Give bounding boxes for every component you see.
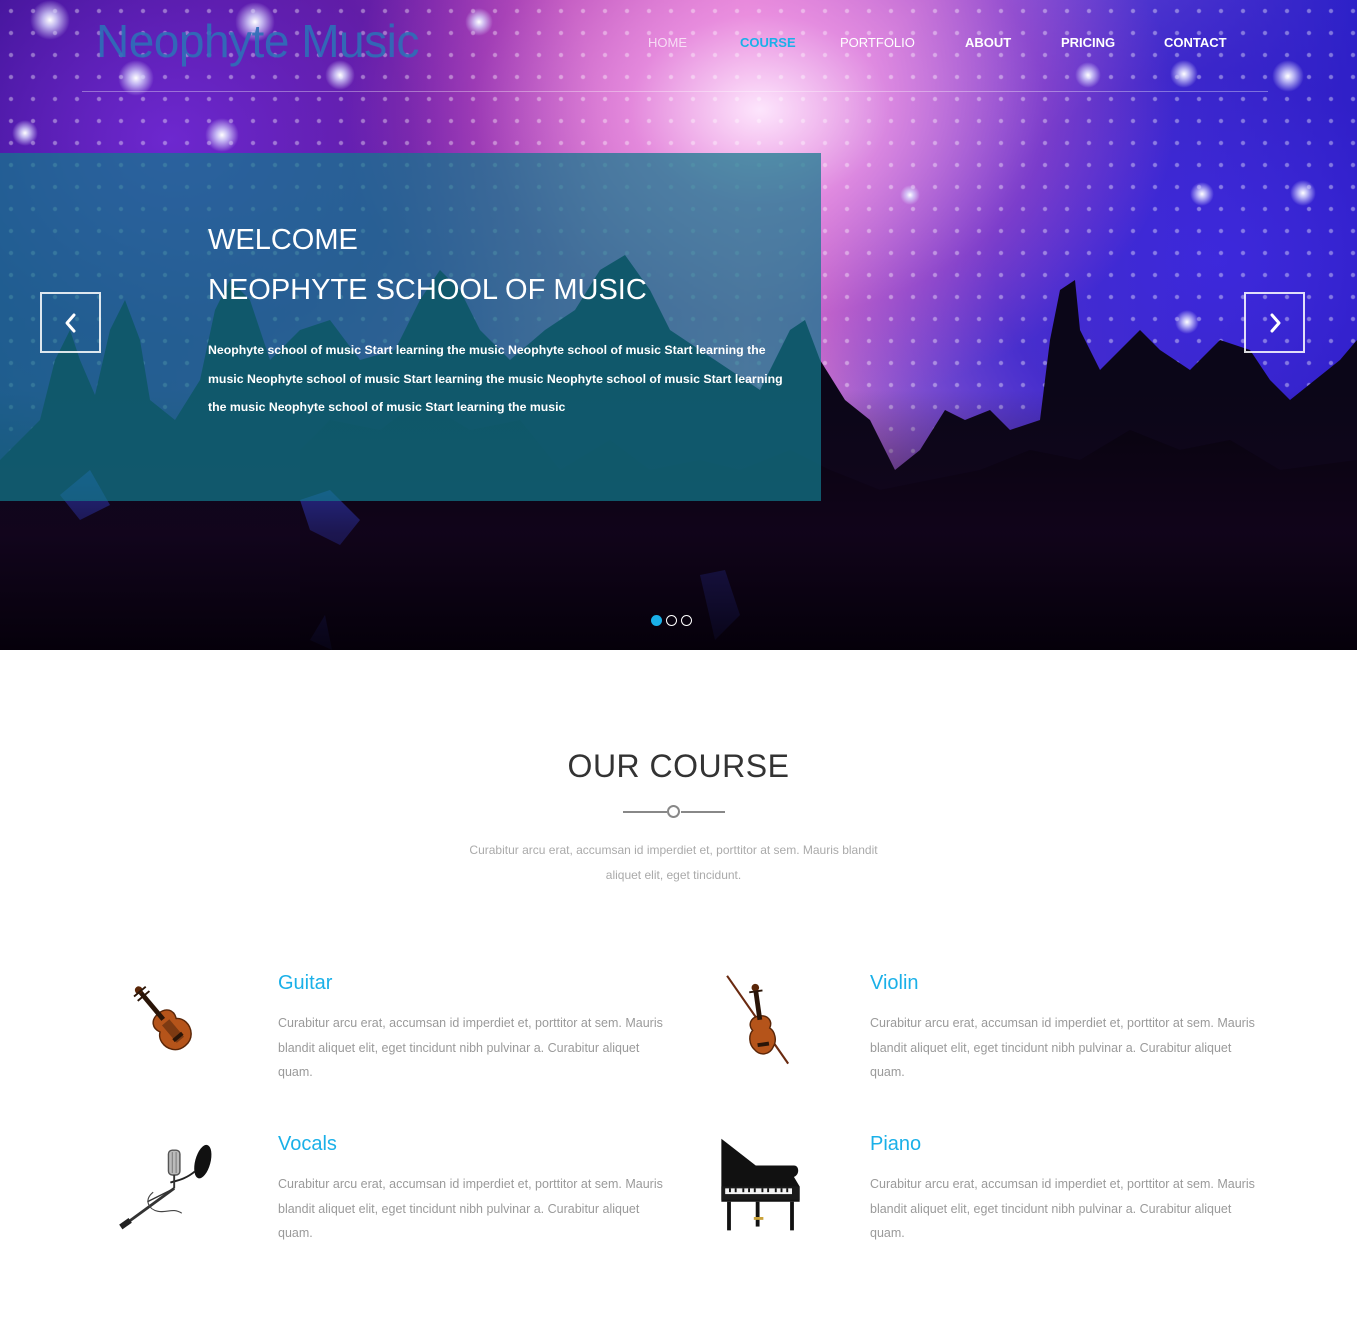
- chevron-right-icon: [1270, 313, 1280, 332]
- slide-title-welcome: WELCOME: [208, 224, 358, 256]
- nav-pricing[interactable]: PRICING: [1061, 35, 1115, 50]
- course-name[interactable]: Piano: [870, 1133, 921, 1156]
- course-name[interactable]: Guitar: [278, 972, 332, 995]
- site-logo[interactable]: Neophyte Music: [96, 14, 419, 68]
- slider-next-button[interactable]: [1244, 292, 1305, 353]
- nav-portfolio[interactable]: PORTFOLIO: [840, 35, 915, 50]
- grand-piano-icon: [721, 1138, 800, 1231]
- section-title: OUR COURSE: [567, 748, 790, 784]
- violin-with-bow-icon: [726, 975, 790, 1065]
- nav-about[interactable]: ABOUT: [965, 35, 1011, 50]
- nav-contact[interactable]: CONTACT: [1164, 35, 1227, 50]
- course-description: Curabitur arcu erat, accumsan id imperdi…: [278, 1016, 663, 1079]
- slide-indicator-3[interactable]: [681, 615, 692, 626]
- chevron-left-icon: [65, 313, 75, 332]
- title-divider: [623, 805, 725, 819]
- section-subtitle: Curabitur arcu erat, accumsan id imperdi…: [469, 843, 878, 882]
- slider-indicators: [651, 615, 692, 626]
- slide-body-text: Neophyte school of music Start learning …: [208, 343, 783, 414]
- course-item-vocals[interactable]: Vocals Curabitur arcu erat, accumsan id …: [115, 1133, 675, 1253]
- slide-caption-content: [0, 153, 821, 501]
- nav-course[interactable]: COURSE: [740, 35, 796, 50]
- violin-icon: [133, 985, 192, 1051]
- slide-title-school: NEOPHYTE SCHOOL OF MUSIC: [208, 274, 647, 306]
- course-name[interactable]: Violin: [870, 972, 919, 995]
- nav-home[interactable]: HOME: [648, 35, 687, 50]
- course-item-piano[interactable]: Piano Curabitur arcu erat, accumsan id i…: [708, 1133, 1268, 1253]
- course-name[interactable]: Vocals: [278, 1133, 337, 1156]
- microphone-icon: [119, 1144, 212, 1230]
- course-item-guitar[interactable]: Guitar Curabitur arcu erat, accumsan id …: [115, 972, 675, 1092]
- slider-prev-button[interactable]: [40, 292, 101, 353]
- slide-indicator-2[interactable]: [666, 615, 677, 626]
- course-description: Curabitur arcu erat, accumsan id imperdi…: [870, 1016, 1255, 1079]
- course-item-violin[interactable]: Violin Curabitur arcu erat, accumsan id …: [708, 972, 1268, 1092]
- course-description: Curabitur arcu erat, accumsan id imperdi…: [278, 1177, 663, 1240]
- slide-indicator-1[interactable]: [651, 615, 662, 626]
- header-divider: [82, 91, 1268, 92]
- course-description: Curabitur arcu erat, accumsan id imperdi…: [870, 1177, 1255, 1240]
